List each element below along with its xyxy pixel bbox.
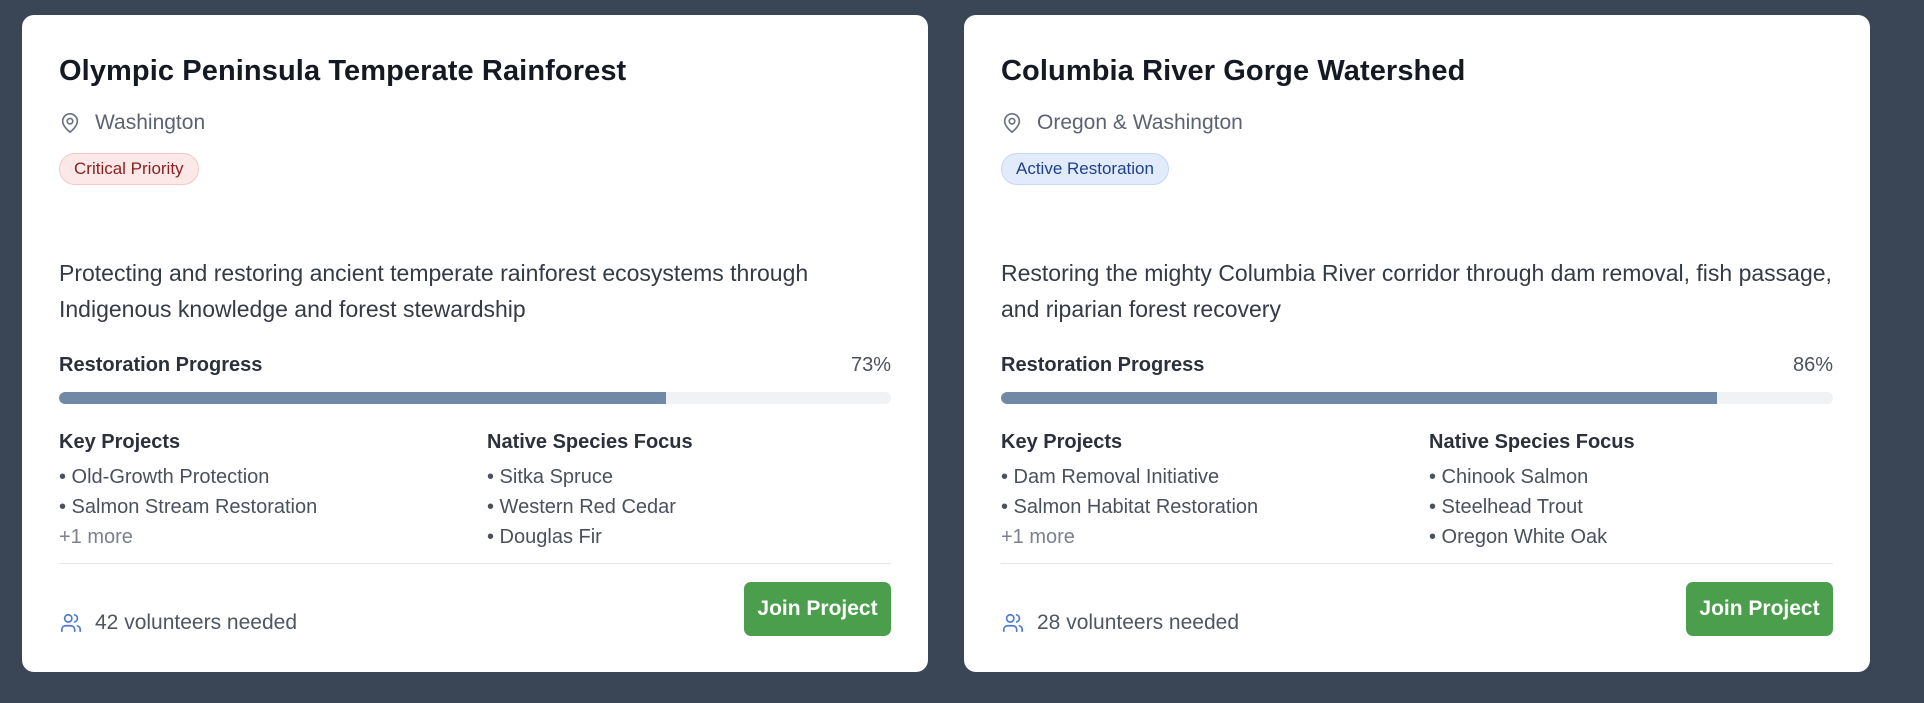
progress-bar-fill bbox=[59, 392, 667, 404]
progress-value: 73% bbox=[850, 354, 891, 376]
card-description: Restoring the mighty Columbia River corr… bbox=[1001, 260, 1832, 322]
list-item: • Salmon Habitat Restoration bbox=[1001, 496, 1259, 518]
priority-badge: Critical Priority bbox=[59, 153, 199, 185]
progress-bar bbox=[1001, 392, 1833, 404]
progress-label: Restoration Progress bbox=[59, 354, 263, 376]
list-item: • Old-Growth Protection bbox=[59, 466, 270, 488]
card-location: Oregon & Washington bbox=[1001, 111, 1243, 135]
native-species-list: • Sitka Spruce • Western Red Cedar • Dou… bbox=[487, 462, 693, 552]
volunteers-text: 28 volunteers needed bbox=[1037, 611, 1239, 634]
key-projects-heading: Key Projects bbox=[1001, 431, 1123, 453]
status-badge: Active Restoration bbox=[1001, 153, 1169, 185]
native-species-heading: Native Species Focus bbox=[1429, 431, 1635, 453]
volunteers-info: 42 volunteers needed bbox=[59, 611, 297, 635]
map-pin-icon bbox=[61, 113, 79, 133]
users-icon bbox=[1003, 613, 1023, 633]
project-card: Columbia River Gorge Watershed Oregon & … bbox=[964, 15, 1870, 672]
list-item: • Salmon Stream Restoration bbox=[59, 496, 318, 518]
key-projects-list: • Old-Growth Protection • Salmon Stream … bbox=[59, 462, 317, 552]
users-icon bbox=[61, 613, 81, 633]
progress-bar-fill bbox=[1001, 392, 1717, 404]
key-projects-section: Key Projects • Dam Removal Initiative • … bbox=[1001, 431, 1258, 552]
key-projects-list: • Dam Removal Initiative • Salmon Habita… bbox=[1001, 462, 1258, 552]
card-divider bbox=[1001, 563, 1833, 564]
project-card: Olympic Peninsula Temperate Rainforest W… bbox=[22, 15, 928, 672]
card-location: Washington bbox=[59, 111, 205, 135]
list-item: • Oregon White Oak bbox=[1429, 526, 1608, 548]
list-item: • Sitka Spruce bbox=[487, 466, 613, 488]
progress-bar bbox=[59, 392, 891, 404]
progress-value: 86% bbox=[1792, 354, 1833, 376]
native-species-section: Native Species Focus • Sitka Spruce • We… bbox=[487, 431, 693, 552]
card-title: Olympic Peninsula Temperate Rainforest bbox=[59, 55, 627, 87]
more-projects-link[interactable]: +1 more bbox=[1001, 522, 1258, 552]
native-species-section: Native Species Focus • Chinook Salmon • … bbox=[1429, 431, 1635, 552]
join-project-button[interactable]: Join Project bbox=[744, 582, 891, 636]
native-species-heading: Native Species Focus bbox=[487, 431, 693, 453]
native-species-list: • Chinook Salmon • Steelhead Trout • Ore… bbox=[1429, 462, 1635, 552]
key-projects-heading: Key Projects bbox=[59, 431, 181, 453]
list-item: • Dam Removal Initiative bbox=[1001, 466, 1220, 488]
card-description: Protecting and restoring ancient tempera… bbox=[59, 260, 809, 322]
location-text: Oregon & Washington bbox=[1037, 111, 1243, 134]
map-pin-icon bbox=[1003, 113, 1021, 133]
key-projects-section: Key Projects • Old-Growth Protection • S… bbox=[59, 431, 317, 552]
project-card-grid: Olympic Peninsula Temperate Rainforest W… bbox=[0, 0, 1924, 703]
card-title: Columbia River Gorge Watershed bbox=[1001, 55, 1466, 87]
location-text: Washington bbox=[95, 111, 206, 134]
list-item: • Steelhead Trout bbox=[1429, 496, 1583, 518]
join-project-button[interactable]: Join Project bbox=[1686, 582, 1833, 636]
list-item: • Douglas Fir bbox=[487, 526, 602, 548]
list-item: • Western Red Cedar bbox=[487, 496, 676, 518]
volunteers-text: 42 volunteers needed bbox=[95, 611, 297, 634]
card-divider bbox=[59, 563, 891, 564]
progress-label: Restoration Progress bbox=[1001, 354, 1205, 376]
volunteers-info: 28 volunteers needed bbox=[1001, 611, 1239, 635]
list-item: • Chinook Salmon bbox=[1429, 466, 1589, 488]
more-projects-link[interactable]: +1 more bbox=[59, 522, 317, 552]
